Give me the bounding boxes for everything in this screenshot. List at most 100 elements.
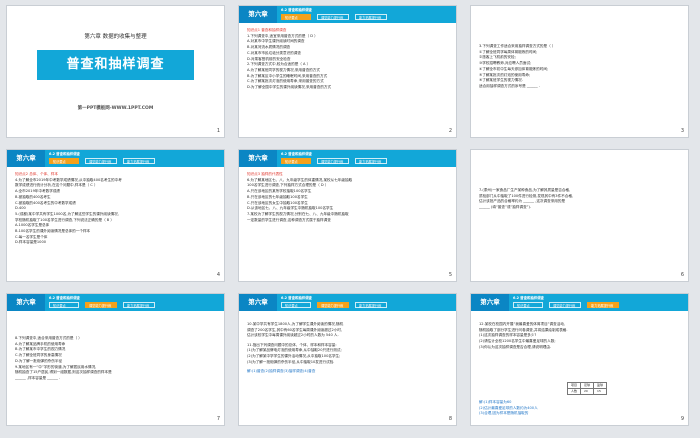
slide-number: 7 xyxy=(216,415,220,422)
option-line: A.对某市中学生课外阅读时间的调查 xyxy=(247,39,305,44)
question-line: 数学成绩进行统计分析,在这个问题中,样本是（ C ） xyxy=(15,183,98,188)
option-line: B.为了解某区中小学生的睡眠时间,采用普查的方式 xyxy=(247,73,328,78)
slide-body: 8.下列调查中,适合采用普查方式的是（ ） A.为了解某品牌手机的使用寿命 B.… xyxy=(15,336,218,382)
option-line: D.为了解全国中学生的课外阅读情况,采用普查的方式 xyxy=(247,85,332,90)
answer-line: 适合用抽样调查方式的序号是 ______ . xyxy=(479,83,540,88)
tab-knowledge[interactable]: 知识要点 xyxy=(281,14,311,20)
tab-classroom[interactable]: 课堂能力提升练 xyxy=(549,302,581,308)
table-cell: 人数 xyxy=(566,388,582,395)
question-line: 随机抽取了部分学生进行问卷调查,并将结果绘制成表格. xyxy=(479,327,568,332)
option-line: ③学校招聘教师,对应聘人员面试; xyxy=(479,61,532,66)
slide-2[interactable]: 第六章 6.2 普查和抽样调查 知识要点 课堂能力提升练 能力拓展提升练 知识点… xyxy=(238,5,457,138)
slide-body: 7.(泰州)一家食品厂生产某种食品,为了解其质量是否合格, 质检部门从中抽取了1… xyxy=(479,188,682,211)
question-line: 100名学生进行调查,下列抽样方式合理的是（ D ） xyxy=(247,183,329,188)
slide-7[interactable]: 第六章 6.2 普查和抽样调查 知识要点 课堂能力提升练 能力拓展提升练 8.下… xyxy=(6,293,225,426)
tab-knowledge[interactable]: 知识要点 xyxy=(49,158,79,164)
slide-5[interactable]: 第六章 6.2 普查和抽样调查 知识要点 课堂能力提升练 能力拓展提升练 知识点… xyxy=(238,149,457,282)
section-title: 6.2 普查和抽样调查 xyxy=(513,296,544,300)
question-line: 调查了200名学生,其中有60名学生每周课外阅读超过2小时, xyxy=(247,327,343,332)
knowledge-point: 知识点1 普查和抽样调查 xyxy=(247,28,287,32)
slide-body: 知识点1 普查和抽样调查 1.下列调查中,适宜采用普查方式的是（ D ） A.对… xyxy=(247,28,450,91)
section-title: 6.2 普查和抽样调查 xyxy=(49,296,80,300)
question-line: 学校随机抽取了100名学生进行调查,下列说法正确的是（ B ） xyxy=(15,217,115,222)
question-line: (2)请估计全校1200名学生中最喜爱足球的人数; xyxy=(479,339,556,344)
question-line: 7.某校为了解学生的视力情况,分别在七、八、九年级中随机抽取 xyxy=(247,211,349,216)
answer-line: (3)合理,因为样本是随机抽取的 xyxy=(479,411,529,416)
option-line: A.只在该地区的某所学校抽取100名学生 xyxy=(247,189,312,194)
slide-8[interactable]: 第六章 6.2 普查和抽样调查 知识要点 课堂能力提升练 能力拓展提升练 10.… xyxy=(238,293,457,426)
option-line: D.400 xyxy=(15,206,26,211)
option-line: (1)为了解某品牌电灯泡的使用寿命,从中抽取20只进行测试; xyxy=(247,348,342,353)
tab-extension[interactable]: 能力拓展提升练 xyxy=(123,158,155,164)
tab-classroom[interactable]: 课堂能力提升练 xyxy=(317,158,349,164)
slide-number: 3 xyxy=(680,127,684,134)
question-line: 1.下列调查中,适宜采用普查方式的是（ D ） xyxy=(247,33,318,38)
option-line: ⑤了解某批次的灯泡的使用寿命; xyxy=(479,72,531,77)
tab-knowledge[interactable]: 知识要点 xyxy=(281,158,311,164)
slide-header: 第六章 6.2 普查和抽样调查 知识要点 课堂能力提升练 能力拓展提升练 xyxy=(7,150,224,167)
option-line: ⑥了解某班学生的视力情况. xyxy=(479,78,523,83)
option-line: C.对某市市民垃圾分类意识的调查 xyxy=(247,50,301,55)
slide-1[interactable]: 第六章 数据的收集与整理 普查和抽样调查 第一PPT模板网-WWW.1PPT.C… xyxy=(6,5,225,138)
tab-classroom[interactable]: 课堂能力提升练 xyxy=(317,14,349,20)
question-line: 6.为了解某地区七、八、九年级学生的体重情况,某校从七年级抽取 xyxy=(247,177,353,182)
chapter-badge: 第六章 xyxy=(239,6,277,23)
slide-header: 第六章 6.2 普查和抽样调查 知识要点 课堂能力提升练 能力拓展提升练 xyxy=(239,150,456,167)
table-row: 项目 足球 篮球 xyxy=(566,382,608,389)
slide-4[interactable]: 第六章 6.2 普查和抽样调查 知识要点 课堂能力提升练 能力拓展提升练 知识点… xyxy=(6,149,225,282)
tab-classroom[interactable]: 课堂能力提升练 xyxy=(317,302,349,308)
option-line: C.被抽取的400名考生的中考数学成绩 xyxy=(15,200,76,205)
slide-number: 5 xyxy=(448,271,452,278)
slide-header: 第六章 6.2 普查和抽样调查 知识要点 课堂能力提升练 能力拓展提升练 xyxy=(239,294,456,311)
option-line: C.每一名学生是个体 xyxy=(15,234,48,239)
slide-number: 6 xyxy=(680,271,684,278)
tab-classroom[interactable]: 课堂能力提升练 xyxy=(85,158,117,164)
tab-extension[interactable]: 能力拓展提升练 xyxy=(355,302,387,308)
slide-number: 4 xyxy=(216,271,220,278)
question-line: 一定数量的学生进行调查,这种调查方式属于抽样调查 xyxy=(247,217,331,222)
tab-classroom[interactable]: 课堂能力提升练 xyxy=(85,302,117,308)
section-title: 6.2 普查和抽样调查 xyxy=(281,152,312,156)
option-line: A.1000名学生是总体 xyxy=(15,223,50,228)
question-line: 2.下列调查方式中,较为合适的是（ A ） xyxy=(247,62,311,67)
tab-knowledge[interactable]: 知识要点 xyxy=(49,302,79,308)
option-line: (3)为了解一批炮弹的杀伤半径,从中抽取10发进行试验. xyxy=(247,359,335,364)
tab-extension[interactable]: 能力拓展提升练 xyxy=(587,302,619,308)
option-line: ①了解全班同学每周体育锻炼的时间; xyxy=(479,49,538,54)
tab-extension[interactable]: 能力拓展提升练 xyxy=(123,302,155,308)
option-line: C.为了解全班同学的身高情况 xyxy=(15,353,62,358)
question-line: 质检部门从中抽取了100件进行检测,发现其中有3件不合格, xyxy=(479,193,574,198)
option-line: B.为了解某市中学生的视力情况 xyxy=(15,347,66,352)
site-credit: 第一PPT模板网-WWW.1PPT.COM xyxy=(77,106,154,111)
slide-body: 知识点2 总体、个体、样本 4.为了解全市2019年中考数学成绩情况,从中抽取4… xyxy=(15,172,218,246)
option-line: B.只在该地区的七年级抽取100名学生 xyxy=(247,194,308,199)
slide-body: 3.下列调查工作适合采用抽样调查方式的是（ ） ①了解全班同学每周体育锻炼的时间… xyxy=(479,44,682,90)
option-line: D.为了解一批炮弹的杀伤半径 xyxy=(15,358,63,363)
slide-9[interactable]: 第六章 6.2 普查和抽样调查 知识要点 课堂能力提升练 能力拓展提升练 12.… xyxy=(470,293,689,426)
chapter-crumb: 第六章 数据的收集与整理 xyxy=(84,34,147,40)
option-line: ②旅客上飞机前的安检; xyxy=(479,55,516,60)
tab-knowledge[interactable]: 知识要点 xyxy=(281,302,311,308)
slide-header: 第六章 6.2 普查和抽样调查 知识要点 课堂能力提升练 能力拓展提升练 xyxy=(239,6,456,23)
slide-title: 普查和抽样调查 xyxy=(37,50,194,80)
question-line: 5.(成都)某中学共有学生1000名,为了解这些学生的课外阅读情况, xyxy=(15,211,119,216)
question-line: 估计该批产品的合格率约为 ______ ,这次调查采用的是 xyxy=(479,199,566,204)
tab-knowledge[interactable]: 知识要点 xyxy=(513,302,543,308)
question-line: (3)你认为这次抽样调查是否合理,请说明理由. xyxy=(479,344,552,349)
table-cell: 20 xyxy=(580,388,595,395)
option-line: B.对某河流水质情况的调查 xyxy=(247,45,291,50)
slide-header: 第六章 6.2 普查和抽样调查 知识要点 课堂能力提升练 能力拓展提升练 xyxy=(7,294,224,311)
slide-answers: 解:(1)样本容量为60 (2)估计最喜爱足球的人数约为400人 (3)合理,因… xyxy=(479,400,682,417)
tab-extension[interactable]: 能力拓展提升练 xyxy=(355,158,387,164)
option-line: A.全市2019年中考数学成绩 xyxy=(15,189,61,194)
option-line: D.样本容量是1000 xyxy=(15,240,47,245)
slide-3[interactable]: 3.下列调查工作适合采用抽样调查方式的是（ ） ①了解全班同学每周体育锻炼的时间… xyxy=(470,5,689,138)
tab-extension[interactable]: 能力拓展提升练 xyxy=(355,14,387,20)
question-line: 4.为了解全市2019年中考数学成绩情况,从中抽取400名考生的中考 xyxy=(15,177,122,182)
slide-header: 第六章 6.2 普查和抽样调查 知识要点 课堂能力提升练 能力拓展提升练 xyxy=(471,294,688,311)
question-line: 随机抽查了15户居民,得到一组数据,则这次抽样调查的样本是 xyxy=(15,370,112,375)
question-line: 估计该校学生中每周课外阅读超过2小时的人数为 540 人. xyxy=(247,333,339,338)
option-line: (2)为了解某中学学生的课外活动情况,从中抽取100名学生; xyxy=(247,354,341,359)
slide-6[interactable]: 7.(泰州)一家食品厂生产某种食品,为了解其质量是否合格, 质检部门从中抽取了1… xyxy=(470,149,689,282)
data-table: 项目 足球 篮球 人数 20 15 xyxy=(566,382,608,395)
